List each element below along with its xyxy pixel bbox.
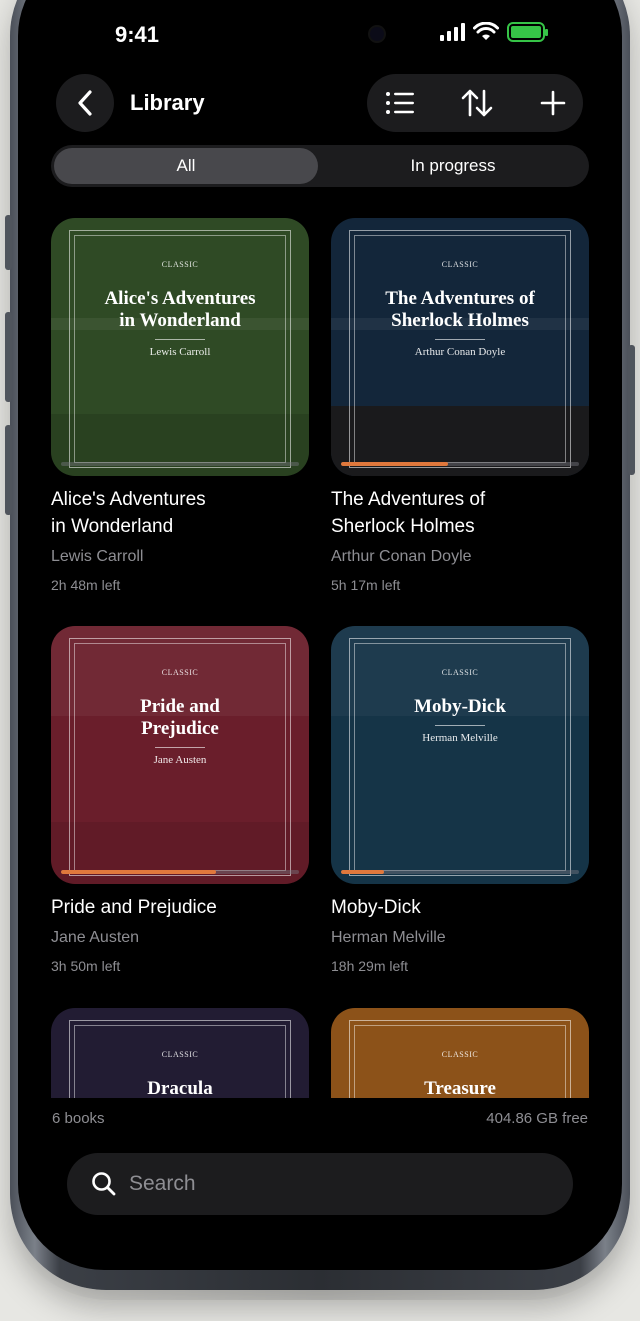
cover-tag: CLASSIC [161,668,199,677]
time-left: 3h 50m left [51,958,121,974]
cover-author: Jane Austen [153,754,207,766]
cover-tag: CLASSIC [441,1050,479,1059]
cover-author: Herman Melville [422,732,498,744]
cover-title: Treasure [424,1078,496,1098]
book-title[interactable]: Pride and Prejudice [51,894,309,921]
cover-title: Pride and Prejudice [140,696,220,739]
cover-tag: CLASSIC [441,668,479,677]
volume-up-button [5,312,12,402]
progress-bar [341,870,579,874]
time-left: 5h 17m left [331,577,401,593]
screen: 9:41 Library All In progress CLASSIC Ali… [18,0,622,1270]
time-left: 2h 48m left [51,577,121,593]
book-title[interactable]: The Adventures of Sherlock Holmes [331,486,589,540]
action-button [5,215,12,270]
free-space: 404.86 GB free [486,1110,588,1127]
cover-tag: CLASSIC [161,260,199,269]
progress-bar [61,870,299,874]
cover-tag: CLASSIC [161,1050,199,1059]
cover-tag: CLASSIC [441,260,479,269]
book-cover[interactable]: CLASSIC Pride and Prejudice Jane Austen [51,626,309,884]
book-cover[interactable]: CLASSIC Alice's Adventures in Wonderland … [51,218,309,476]
search-bar[interactable]: Search [67,1153,573,1215]
book-title[interactable]: Moby-Dick [331,894,589,921]
book-author: Lewis Carroll [51,548,144,565]
book-cover[interactable]: CLASSIC The Adventures of Sherlock Holmes… [331,218,589,476]
cover-author: Lewis Carroll [149,346,211,358]
cover-title: Alice's Adventures in Wonderland [104,288,256,331]
volume-down-button [5,425,12,515]
book-cover[interactable]: CLASSIC Dracula [51,1008,309,1098]
book-cover[interactable]: CLASSIC Moby-Dick Herman Melville [331,626,589,884]
book-author: Arthur Conan Doyle [331,548,472,565]
time-left: 18h 29m left [331,958,409,974]
book-author: Jane Austen [51,929,140,946]
progress-bar [341,462,579,466]
book-cover[interactable]: CLASSIC Treasure [331,1008,589,1098]
book-count: 6 books [52,1110,105,1127]
cover-title: Moby-Dick [414,696,506,717]
progress-bar [61,462,299,466]
search-input[interactable]: Search [129,1172,196,1196]
book-grid: CLASSIC Alice's Adventures in Wonderland … [18,0,622,1098]
cover-title: The Adventures of Sherlock Holmes [385,288,535,331]
search-icon [92,1172,116,1196]
book-author: Herman Melville [331,929,446,946]
power-button [628,345,635,475]
book-title[interactable]: Alice's Adventures in Wonderland [51,486,309,540]
cover-author: Arthur Conan Doyle [414,346,506,358]
cover-title: Dracula [147,1078,213,1098]
